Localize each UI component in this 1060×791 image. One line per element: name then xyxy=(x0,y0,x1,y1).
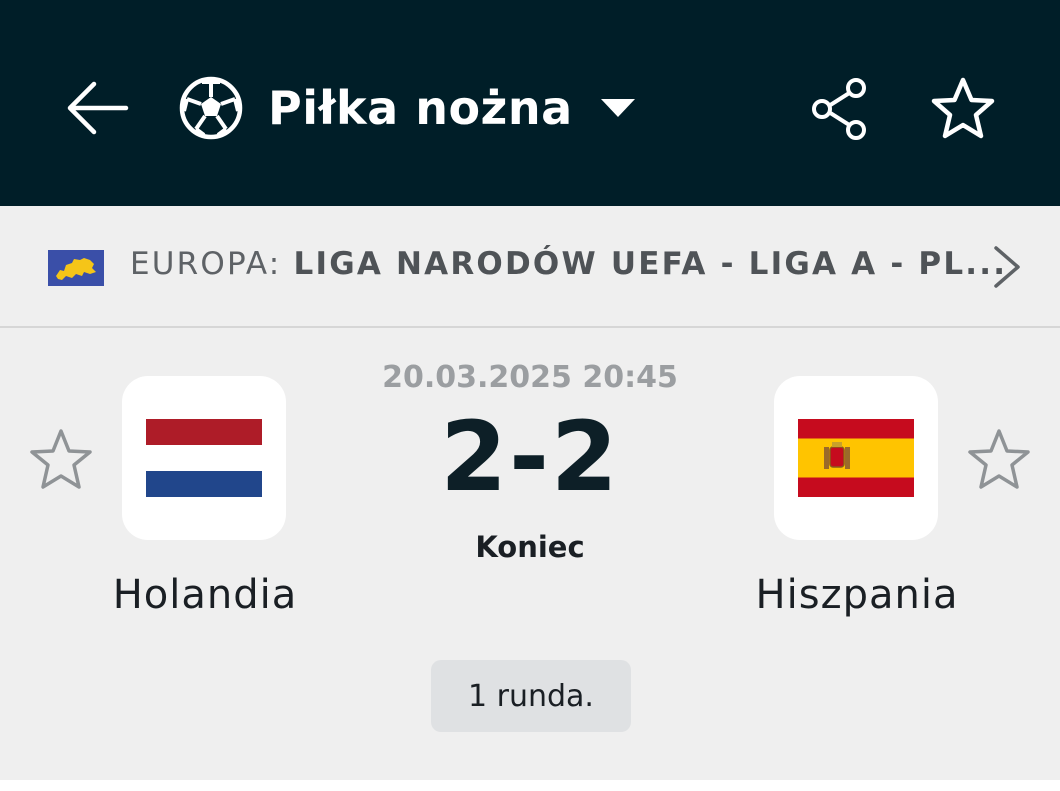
home-team-name[interactable]: Holandia xyxy=(55,572,355,618)
home-team-logo[interactable] xyxy=(122,376,286,540)
caret-down-icon xyxy=(600,99,635,117)
league-name: LIGA NARODÓW UEFA - LIGA A - PL... xyxy=(293,246,1008,282)
match-score: 2-2 xyxy=(440,401,620,513)
away-team-logo[interactable] xyxy=(774,376,938,540)
share-icon xyxy=(812,78,866,140)
share-button[interactable] xyxy=(810,76,874,142)
spain-flag xyxy=(798,419,914,497)
netherlands-flag xyxy=(146,419,262,497)
top-app-bar: Piłka nożna xyxy=(0,0,1060,206)
home-team-favorite-star-icon[interactable] xyxy=(28,427,94,493)
sport-title: Piłka nożna xyxy=(268,81,573,135)
favorite-match-button[interactable] xyxy=(928,76,998,142)
league-country: EUROPA: xyxy=(130,246,282,282)
match-datetime: 20.03.2025 20:45 xyxy=(382,360,678,395)
round-badge: 1 runda. xyxy=(431,660,631,732)
arrow-back-icon xyxy=(67,81,129,135)
away-team-name[interactable]: Hiszpania xyxy=(707,572,1007,618)
back-button[interactable] xyxy=(62,78,132,138)
match-status: Koniec xyxy=(475,530,585,564)
away-team-favorite-star-icon[interactable] xyxy=(966,427,1032,493)
divider xyxy=(0,780,1060,791)
star-outline-icon xyxy=(931,77,995,139)
sport-selector[interactable]: Piłka nożna xyxy=(178,72,637,144)
round-label: 1 runda. xyxy=(468,678,594,714)
chevron-right-icon[interactable] xyxy=(990,244,1024,290)
football-icon xyxy=(179,76,243,140)
europe-flag-icon xyxy=(48,250,104,286)
league-title[interactable]: EUROPA: LIGA NARODÓW UEFA - LIGA A - PL.… xyxy=(130,246,1007,282)
